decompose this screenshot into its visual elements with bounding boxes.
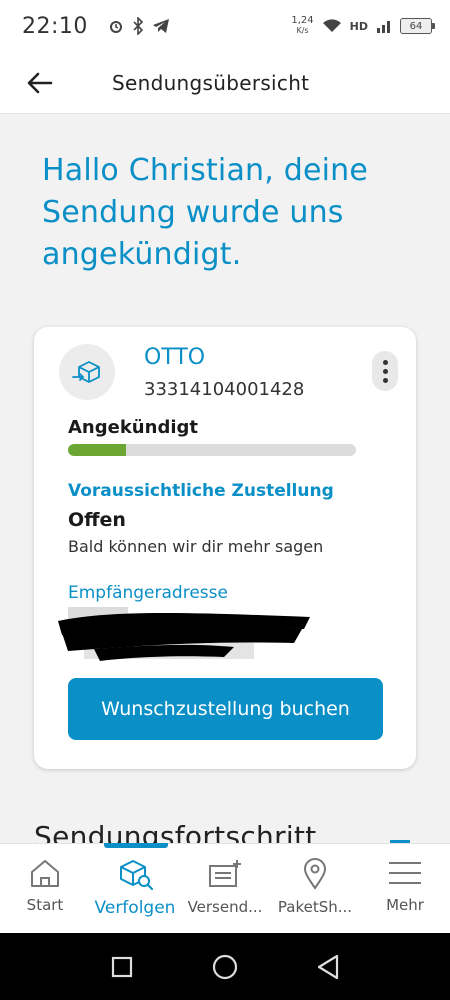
delivery-note: Bald können wir dir mehr sagen	[68, 537, 324, 556]
battery-icon: 64	[400, 18, 435, 34]
book-preferred-delivery-button[interactable]: Wunschzustellung buchen	[68, 678, 383, 740]
nav-item-verfolgen[interactable]: Verfolgen	[90, 843, 180, 933]
shipment-status-label: Angekündigt	[68, 417, 198, 438]
more-dot	[382, 377, 388, 383]
circle-icon	[212, 954, 238, 979]
more-dot	[382, 359, 388, 365]
arrow-left-icon	[27, 72, 53, 93]
package-avatar	[59, 344, 115, 400]
signal-icon	[377, 21, 390, 33]
delivery-heading: Voraussichtliche Zustellung	[68, 481, 334, 501]
package-move-icon	[72, 361, 100, 383]
nav-item-versenden[interactable]: Versend...	[180, 844, 270, 933]
sender-name: OTTO	[144, 345, 206, 370]
alarm-icon	[109, 21, 122, 33]
bottom-navigation: Start Verfolgen Versend... PaketSh... Me…	[0, 843, 450, 933]
nav-item-start[interactable]: Start	[0, 844, 90, 933]
nav-item-mehr[interactable]: Mehr	[360, 844, 450, 933]
delivery-status: Offen	[68, 509, 126, 531]
system-status: 1,24 K/s HD 64	[291, 16, 435, 36]
shipment-progress-bar	[68, 444, 356, 456]
greeting-heading: Hallo Christian, deine Sendung wurde uns…	[42, 153, 369, 272]
tracking-number: 33314104001428	[144, 379, 305, 400]
network-type: HD	[349, 19, 368, 33]
location-pin-icon	[303, 858, 327, 890]
bluetooth-icon	[133, 17, 144, 35]
system-back-button[interactable]	[308, 947, 348, 987]
status-bar: 22:10 1,24 K/s HD 64	[0, 0, 450, 52]
nav-label-mehr: Mehr	[386, 896, 424, 914]
more-options-button[interactable]	[372, 351, 398, 391]
square-icon	[111, 956, 132, 977]
nav-label-paketshop: PaketSh...	[277, 898, 353, 916]
nav-label-start: Start	[26, 896, 64, 914]
home-icon	[31, 860, 59, 887]
nav-label-versenden: Versend...	[187, 898, 263, 916]
package-search-icon	[120, 860, 153, 890]
notification-icons	[108, 17, 170, 35]
system-navigation-bar	[0, 933, 450, 1000]
nav-label-verfolgen: Verfolgen	[94, 898, 176, 918]
send-package-icon	[209, 860, 241, 887]
telegram-icon	[152, 19, 169, 33]
network-speed: 1,24 K/s	[291, 16, 313, 36]
shipment-card: OTTO 33314104001428 Angekündigt Voraussi…	[34, 327, 416, 769]
recent-apps-button[interactable]	[102, 947, 142, 987]
menu-icon	[389, 862, 421, 884]
status-time: 22:10	[22, 13, 88, 39]
shipment-progress-fill	[68, 444, 126, 456]
page-title: Sendungsübersicht	[112, 70, 310, 95]
redacted-address	[58, 607, 310, 661]
nav-item-paketshop[interactable]: PaketSh...	[270, 844, 360, 933]
network-speed-unit: K/s	[296, 26, 309, 35]
home-button[interactable]	[205, 947, 245, 987]
back-button[interactable]	[12, 55, 68, 111]
network-speed-value: 1,24	[291, 15, 314, 26]
battery-level: 64	[409, 20, 423, 32]
triangle-back-icon	[318, 954, 339, 979]
wifi-icon	[322, 19, 341, 32]
app-bar: Sendungsübersicht	[0, 52, 450, 114]
more-dot	[382, 368, 388, 374]
